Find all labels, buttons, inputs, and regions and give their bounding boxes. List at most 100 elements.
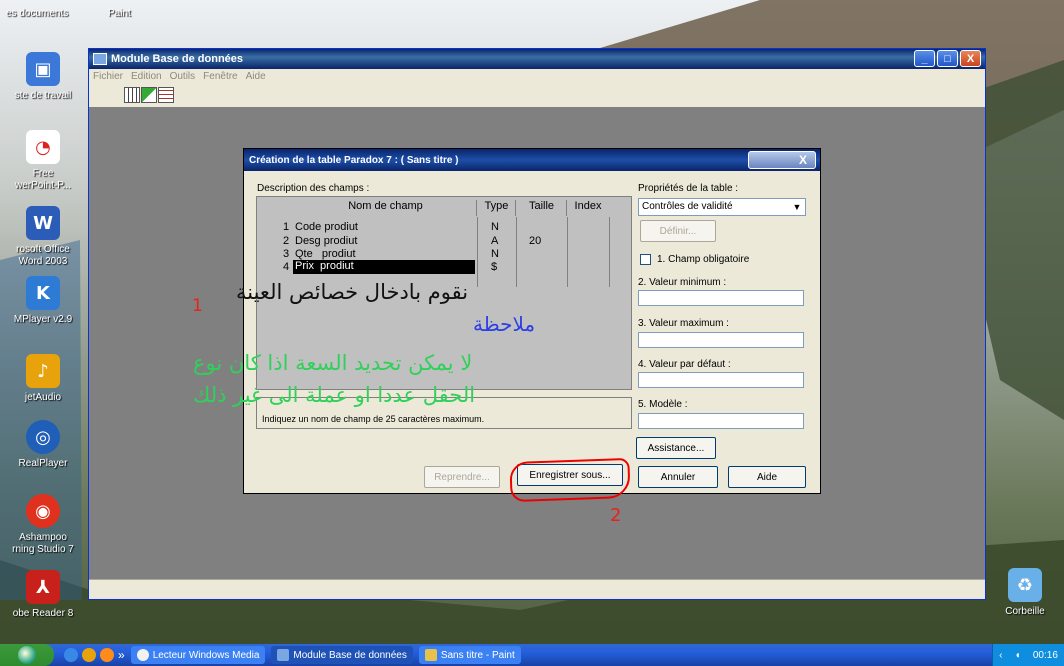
- task-label: Module Base de données: [293, 649, 407, 661]
- realplayer-icon: ◎: [26, 420, 60, 454]
- desktop-icon-label: RealPlayer: [18, 458, 68, 469]
- media-player-icon: [136, 649, 149, 661]
- menu-fenetre[interactable]: Fenêtre: [203, 71, 237, 82]
- field-name-cell[interactable]: Desg prodiut: [295, 235, 357, 247]
- volume-icon[interactable]: ◖: [1015, 650, 1021, 661]
- annotation-arabic-line2: الحقل عددا او عملة الى غير ذلك: [193, 383, 476, 407]
- desktop-label-paint[interactable]: Paint: [108, 8, 131, 19]
- computer-icon: ▣: [26, 52, 60, 86]
- chevron-down-icon[interactable]: ▼: [790, 200, 804, 214]
- max-value-input[interactable]: [638, 332, 804, 348]
- column-header-type: Type: [478, 200, 516, 216]
- quick-launch: »: [64, 648, 125, 662]
- annotation-arabic-main: نقوم بادخال خصائص العينة: [236, 280, 469, 304]
- desktop-icon-label: Ashampoo rning Studio 7: [12, 532, 74, 555]
- form-view-icon[interactable]: [141, 87, 157, 103]
- report-view-icon[interactable]: [158, 87, 174, 103]
- column-divider: [609, 217, 610, 287]
- recycle-bin-icon: ♻: [1008, 568, 1042, 602]
- field-description-label: Description des champs :: [257, 183, 370, 194]
- kmplayer-icon: K: [26, 276, 60, 310]
- properties-select[interactable]: Contrôles de validité ▼: [638, 198, 806, 216]
- task-paint[interactable]: Sans titre - Paint: [418, 646, 521, 664]
- help-button[interactable]: Aide: [728, 466, 806, 488]
- row-number: 2: [283, 235, 290, 247]
- task-label: Lecteur Windows Media: [152, 649, 260, 661]
- task-media-player[interactable]: Lecteur Windows Media: [130, 646, 266, 664]
- field-name-cell-selected[interactable]: Prix prodiut: [293, 260, 475, 274]
- default-value-input[interactable]: [638, 372, 804, 388]
- properties-select-value: Contrôles de validité: [642, 201, 733, 212]
- menu-fichier[interactable]: Fichier: [93, 71, 123, 82]
- define-button[interactable]: Définir...: [640, 220, 716, 242]
- field-type-cell[interactable]: N: [491, 221, 499, 233]
- row-number: 3: [283, 248, 290, 260]
- annotation-arabic-note: ملاحظة: [473, 312, 536, 336]
- hint-text: Indiquez un nom de champ de 25 caractère…: [262, 414, 485, 424]
- main-window-title: Module Base de données: [111, 53, 244, 65]
- desktop-icon-word[interactable]: W rosoft Office Word 2003: [2, 206, 84, 268]
- ashampoo-icon: ◉: [26, 494, 60, 528]
- task-database-module[interactable]: Module Base de données: [271, 646, 413, 664]
- acrobat-icon: ⅄: [26, 570, 60, 604]
- desktop-icon-kmplayer[interactable]: K MPlayer v2.9: [2, 276, 84, 326]
- system-tray: ‹ ◖ 00:16: [992, 644, 1064, 666]
- start-button[interactable]: [0, 644, 54, 666]
- cancel-button[interactable]: Annuler: [638, 466, 718, 488]
- jetaudio-quick-icon[interactable]: [82, 648, 96, 662]
- max-value-label: 3. Valeur maximum :: [638, 318, 729, 329]
- database-icon: [277, 649, 290, 661]
- assistance-button[interactable]: Assistance...: [636, 437, 716, 459]
- desktop-icon-label: jetAudio: [24, 392, 62, 403]
- dialog-close-button[interactable]: X: [748, 151, 816, 169]
- main-window-titlebar[interactable]: Module Base de données: [89, 49, 985, 69]
- firefox-icon[interactable]: [100, 648, 114, 662]
- field-name-cell[interactable]: Qte prodiut: [295, 248, 356, 260]
- toolbar: [89, 84, 985, 106]
- menu-bar: Fichier Edition Outils Fenêtre Aide: [89, 69, 985, 84]
- windows-logo-icon: [18, 646, 36, 664]
- menu-outils[interactable]: Outils: [170, 71, 196, 82]
- dialog-title: Création de la table Paradox 7 : ( Sans …: [249, 154, 459, 166]
- field-type-cell[interactable]: N: [491, 248, 499, 260]
- row-number: 1: [283, 221, 290, 233]
- table-view-icon[interactable]: [124, 87, 140, 103]
- desktop-icon-powerpoint-converter[interactable]: ◔ Free werPoint-P...: [2, 130, 84, 192]
- field-name-cell[interactable]: Code prodiut: [295, 221, 358, 233]
- column-header-name: Nom de champ: [295, 200, 477, 216]
- powerpoint-converter-icon: ◔: [26, 130, 60, 164]
- table-properties-label: Propriétés de la table :: [638, 183, 739, 194]
- default-value-label: 4. Valeur par défaut :: [638, 359, 731, 370]
- desktop-icon-acrobat[interactable]: ⅄ obe Reader 8: [2, 570, 84, 620]
- model-input[interactable]: [638, 413, 804, 429]
- desktop-icon-realplayer[interactable]: ◎ RealPlayer: [2, 420, 84, 470]
- menu-edition[interactable]: Edition: [131, 71, 162, 82]
- desktop-icon-computer[interactable]: ▣ ste de travail: [2, 52, 84, 102]
- min-value-input[interactable]: [638, 290, 804, 306]
- minimize-button[interactable]: _: [914, 50, 935, 67]
- required-checkbox[interactable]: [640, 254, 651, 265]
- close-button[interactable]: X: [960, 50, 981, 67]
- tray-expand-icon[interactable]: ‹: [999, 650, 1002, 661]
- desktop-icon-label: obe Reader 8: [12, 608, 74, 619]
- column-divider: [567, 217, 568, 287]
- column-divider: [477, 217, 478, 287]
- ie-icon[interactable]: [64, 648, 78, 662]
- desktop-label-documents[interactable]: es documents: [6, 8, 68, 19]
- field-type-cell[interactable]: A: [491, 235, 498, 247]
- desktop-icon-label: Free werPoint-P...: [15, 168, 71, 191]
- desktop-icon-jetaudio[interactable]: ♪ jetAudio: [2, 354, 84, 404]
- field-type-cell[interactable]: $: [491, 261, 497, 273]
- quick-launch-overflow[interactable]: »: [118, 648, 125, 662]
- restore-button[interactable]: Reprendre...: [424, 466, 500, 488]
- desktop-icon-recycle-bin[interactable]: ♻ Corbeille: [990, 568, 1060, 618]
- jetaudio-icon: ♪: [26, 354, 60, 388]
- maximize-button[interactable]: □: [937, 50, 958, 67]
- dialog-titlebar[interactable]: Création de la table Paradox 7 : ( Sans …: [244, 149, 820, 171]
- desktop-icon-label: ste de travail: [14, 90, 72, 101]
- desktop-icon-ashampoo[interactable]: ◉ Ashampoo rning Studio 7: [2, 494, 84, 556]
- menu-aide[interactable]: Aide: [246, 71, 266, 82]
- field-size-cell[interactable]: 20: [529, 235, 541, 247]
- column-header-size: Taille: [517, 200, 567, 216]
- paint-icon: [424, 649, 437, 661]
